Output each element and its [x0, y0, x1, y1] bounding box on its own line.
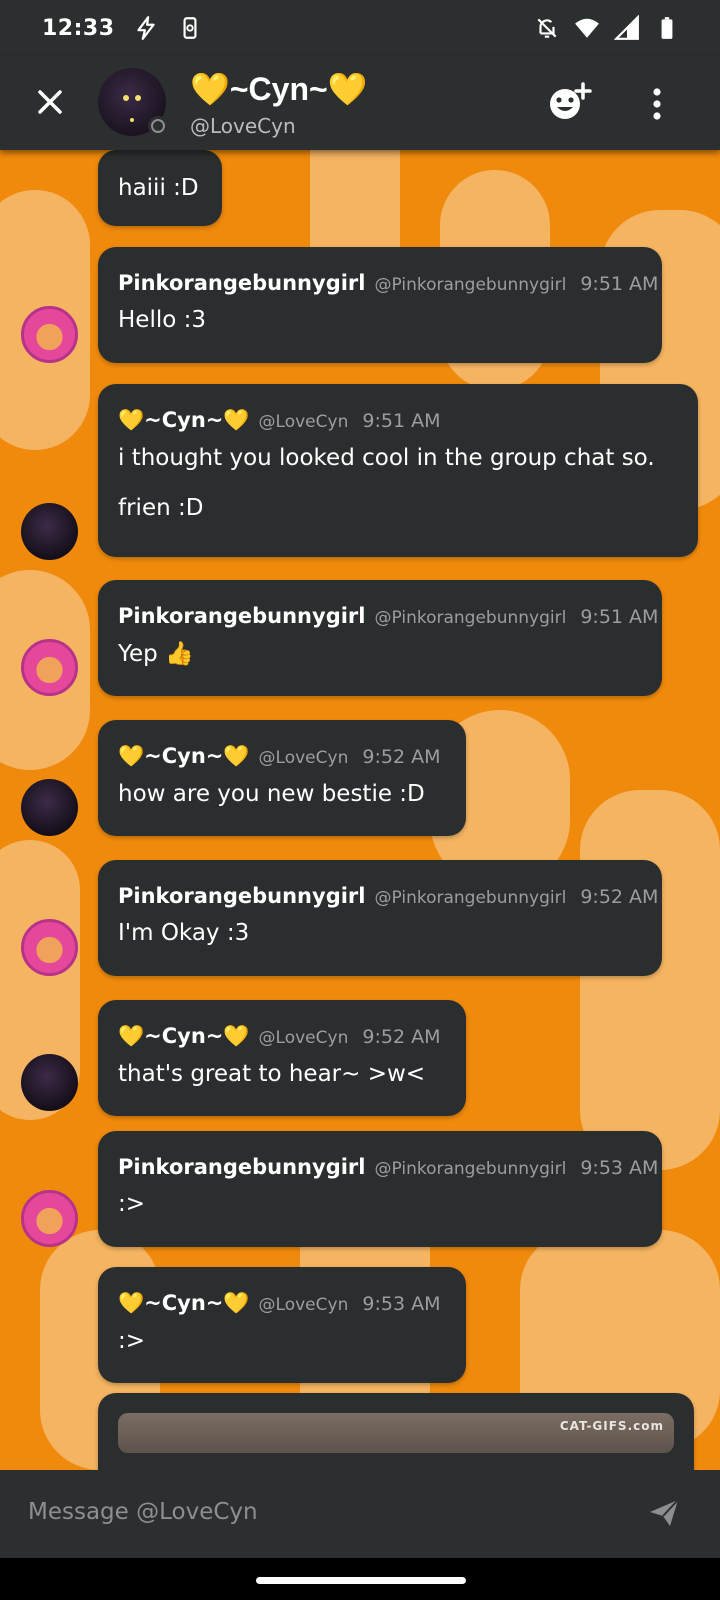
- message-author[interactable]: Pinkorangebunnygirl: [118, 271, 365, 295]
- gif-watermark: CAT-GIFS.com: [559, 1419, 664, 1433]
- list-item[interactable]: Pinkorangebunnygirl @Pinkorangebunnygirl…: [98, 1131, 662, 1247]
- message-time: 9:51 AM: [580, 273, 659, 295]
- message-time: 9:53 AM: [362, 1293, 441, 1315]
- status-left: 12:33: [42, 15, 203, 41]
- screen-rotate-icon: [183, 17, 197, 39]
- message-header: 💛~Cyn~💛 @LoveCyn 9:52 AM: [118, 1024, 446, 1049]
- message-text: :>: [118, 1328, 146, 1354]
- message-text: that's great to hear~ >w<: [118, 1061, 426, 1087]
- close-icon[interactable]: [30, 82, 70, 122]
- message-text: I'm Okay :3: [118, 920, 250, 946]
- notifications-off-icon: [537, 18, 557, 38]
- send-icon[interactable]: [648, 1498, 680, 1528]
- message-header: Pinkorangebunnygirl @Pinkorangebunnygirl…: [118, 604, 658, 628]
- list-item[interactable]: Pinkorangebunnygirl @Pinkorangebunnygirl…: [98, 580, 662, 696]
- message-time: 9:52 AM: [362, 1026, 441, 1048]
- avatar[interactable]: [21, 779, 78, 836]
- message-text: frien :D: [118, 495, 204, 521]
- message-input[interactable]: [28, 1492, 588, 1532]
- avatar[interactable]: [98, 68, 168, 136]
- message-handle: @LoveCyn: [258, 1028, 349, 1048]
- message-handle: @Pinkorangebunnygirl: [374, 888, 567, 908]
- list-item[interactable]: Pinkorangebunnygirl @Pinkorangebunnygirl…: [98, 860, 662, 976]
- message-text: Yep 👍: [118, 641, 194, 667]
- gif-image[interactable]: CAT-GIFS.com: [118, 1413, 674, 1453]
- message-composer: [0, 1470, 720, 1558]
- message-text: :>: [118, 1191, 146, 1217]
- conversation-header: 💛~Cyn~💛 @LoveCyn: [0, 56, 720, 150]
- status-bar: 12:33: [0, 0, 720, 56]
- battery-icon: [661, 17, 673, 39]
- status-time: 12:33: [42, 15, 115, 41]
- message-author[interactable]: 💛~Cyn~💛: [118, 1291, 250, 1316]
- more-vertical-icon[interactable]: [640, 84, 674, 124]
- avatar[interactable]: [21, 919, 78, 976]
- message-author[interactable]: Pinkorangebunnygirl: [118, 1155, 365, 1179]
- message-time: 9:52 AM: [580, 886, 659, 908]
- message-author[interactable]: 💛~Cyn~💛: [118, 408, 250, 433]
- list-item[interactable]: CAT-GIFS.com: [98, 1393, 694, 1470]
- add-friend-icon[interactable]: [546, 82, 592, 122]
- list-item[interactable]: haiii :D: [98, 150, 222, 226]
- avatar[interactable]: [21, 503, 78, 560]
- message-text: Hello :3: [118, 307, 206, 333]
- list-item[interactable]: 💛~Cyn~💛 @LoveCyn 9:52 AM how are you new…: [98, 720, 466, 836]
- message-handle: @LoveCyn: [258, 748, 349, 768]
- list-item[interactable]: 💛~Cyn~💛 @LoveCyn 9:51 AM i thought you l…: [98, 384, 698, 557]
- avatar[interactable]: [21, 306, 78, 363]
- message-handle: @LoveCyn: [258, 412, 349, 432]
- system-navigation-bar: [0, 1558, 720, 1600]
- message-author[interactable]: Pinkorangebunnygirl: [118, 884, 365, 908]
- wifi-icon: [575, 18, 599, 38]
- avatar[interactable]: [21, 1054, 78, 1111]
- message-header: Pinkorangebunnygirl @Pinkorangebunnygirl…: [118, 1155, 658, 1179]
- message-time: 9:52 AM: [362, 746, 441, 768]
- page-title[interactable]: 💛~Cyn~💛: [190, 70, 368, 108]
- status-right: [534, 15, 680, 41]
- header-handle: @LoveCyn: [190, 114, 296, 138]
- message-text: i thought you looked cool in the group c…: [118, 445, 655, 471]
- home-gesture-handle[interactable]: [256, 1577, 466, 1584]
- message-handle: @Pinkorangebunnygirl: [374, 1159, 567, 1179]
- flash-icon: [136, 16, 155, 40]
- list-item[interactable]: 💛~Cyn~💛 @LoveCyn 9:52 AM that's great to…: [98, 1000, 466, 1116]
- background-pattern: [580, 790, 720, 1170]
- message-header: 💛~Cyn~💛 @LoveCyn 9:53 AM: [118, 1291, 446, 1316]
- message-header: Pinkorangebunnygirl @Pinkorangebunnygirl…: [118, 271, 658, 295]
- list-item[interactable]: Pinkorangebunnygirl @Pinkorangebunnygirl…: [98, 247, 662, 363]
- avatar[interactable]: [21, 639, 78, 696]
- message-time: 9:51 AM: [580, 606, 659, 628]
- message-handle: @Pinkorangebunnygirl: [374, 275, 567, 295]
- message-header: 💛~Cyn~💛 @LoveCyn 9:51 AM: [118, 408, 678, 433]
- message-author[interactable]: 💛~Cyn~💛: [118, 744, 250, 769]
- message-handle: @Pinkorangebunnygirl: [374, 608, 567, 628]
- message-author[interactable]: Pinkorangebunnygirl: [118, 604, 365, 628]
- chat-area[interactable]: haiii :D Pinkorangebunnygirl @Pinkorange…: [0, 150, 720, 1470]
- message-handle: @LoveCyn: [258, 1295, 349, 1315]
- message-header: Pinkorangebunnygirl @Pinkorangebunnygirl…: [118, 884, 658, 908]
- message-text: haiii :D: [118, 175, 199, 201]
- signal-icon: [614, 15, 639, 40]
- message-time: 9:53 AM: [580, 1157, 659, 1179]
- message-time: 9:51 AM: [362, 410, 441, 432]
- avatar[interactable]: [21, 1190, 78, 1247]
- presence-indicator: [148, 116, 168, 136]
- message-header: 💛~Cyn~💛 @LoveCyn 9:52 AM: [118, 744, 446, 769]
- list-item[interactable]: 💛~Cyn~💛 @LoveCyn 9:53 AM :>: [98, 1267, 466, 1383]
- message-author[interactable]: 💛~Cyn~💛: [118, 1024, 250, 1049]
- message-text: how are you new bestie :D: [118, 781, 425, 807]
